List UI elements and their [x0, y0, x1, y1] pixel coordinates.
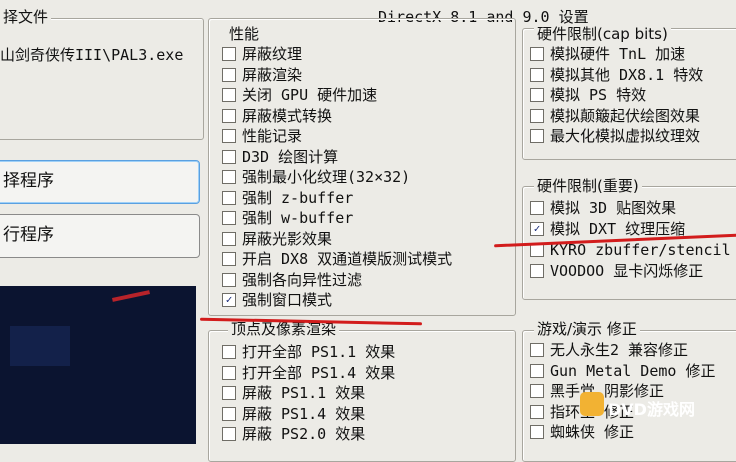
- performance-option-label: D3D 绘图计算: [242, 147, 339, 166]
- checkbox-icon[interactable]: [222, 231, 236, 246]
- checkbox-icon[interactable]: [530, 384, 544, 398]
- important-option-label: 模拟 3D 贴图效果: [550, 199, 677, 217]
- vertex-option-label: 屏蔽 PS1.4 效果: [242, 404, 366, 423]
- file-group: [0, 18, 204, 140]
- performance-option-label: 关闭 GPU 硬件加速: [242, 86, 378, 104]
- select-program-button[interactable]: 择程序: [0, 160, 200, 204]
- checkbox-icon[interactable]: ✓: [222, 293, 236, 307]
- file-path-field[interactable]: 山剑奇侠传III\PAL3.exe: [0, 44, 200, 65]
- checkbox-icon[interactable]: [222, 149, 236, 164]
- performance-option-label: 强制 z-buffer: [242, 188, 354, 207]
- important-title: 硬件限制(重要): [534, 178, 642, 194]
- game-option-label: Gun Metal Demo 修正: [550, 361, 716, 380]
- checkbox-icon[interactable]: [530, 343, 544, 357]
- select-program-label: 择程序: [3, 171, 54, 191]
- checkbox-icon[interactable]: [222, 365, 236, 380]
- checkbox-icon[interactable]: [530, 404, 544, 419]
- performance-title: 性能: [226, 26, 263, 42]
- checkbox-icon[interactable]: [222, 406, 236, 421]
- game-title: 游戏/演示 修正: [534, 321, 640, 337]
- watermark-logo: [580, 392, 604, 416]
- checkbox-icon[interactable]: ✓: [530, 222, 544, 236]
- checkbox-icon[interactable]: [222, 108, 236, 123]
- checkbox-icon[interactable]: [222, 190, 236, 205]
- preview-panel: [0, 286, 196, 444]
- performance-option-label: 屏蔽光影效果: [242, 229, 333, 248]
- checkbox-icon[interactable]: [222, 170, 236, 184]
- performance-option-label: 开启 DX8 双通道模版测试模式: [242, 250, 453, 268]
- vertex-option-label: 打开全部 PS1.1 效果: [242, 343, 396, 361]
- checkbox-icon[interactable]: [222, 345, 236, 359]
- checkbox-icon[interactable]: [222, 129, 236, 143]
- checkbox-icon[interactable]: [530, 264, 544, 278]
- checkbox-icon[interactable]: [530, 108, 544, 123]
- caps-option-label: 最大化模拟虚拟纹理效: [550, 127, 701, 145]
- caps-option-label: 模拟 PS 特效: [550, 86, 647, 104]
- vertex-option-label: 屏蔽 PS1.1 效果: [242, 384, 366, 402]
- performance-option-label: 强制窗口模式: [242, 291, 333, 309]
- important-option-label: VOODOO 显卡闪烁修正: [550, 262, 704, 280]
- checkbox-icon[interactable]: [530, 67, 544, 82]
- preview-red-mark: [111, 290, 151, 302]
- checkbox-icon[interactable]: [530, 88, 544, 102]
- performance-option-label: 性能记录: [242, 127, 303, 145]
- checkbox-icon[interactable]: [222, 252, 236, 266]
- checkbox-icon[interactable]: [530, 201, 544, 215]
- performance-option-label: 强制最小化纹理(32×32): [242, 168, 411, 186]
- checkbox-icon[interactable]: [530, 363, 544, 378]
- vertex-option-label: 屏蔽 PS2.0 效果: [242, 425, 366, 443]
- checkbox-icon[interactable]: [530, 47, 544, 61]
- performance-option-label: 强制各向异性过滤: [242, 270, 363, 289]
- checkbox-icon[interactable]: [222, 67, 236, 82]
- checkbox-icon[interactable]: [222, 272, 236, 287]
- vertex-title: 顶点及像素渲染: [228, 321, 340, 337]
- checkbox-icon[interactable]: [222, 386, 236, 400]
- checkbox-icon[interactable]: [222, 88, 236, 102]
- watermark-text: DVD游戏网: [608, 400, 695, 419]
- preview-glow: [10, 326, 70, 366]
- game-option-label: 无人永生2 兼容修正: [550, 341, 689, 359]
- performance-option-label: 强制 w-buffer: [242, 209, 354, 227]
- checkbox-icon[interactable]: [222, 427, 236, 441]
- run-program-button[interactable]: 行程序: [0, 214, 200, 258]
- performance-option-label: 屏蔽模式转换: [242, 106, 333, 125]
- file-group-title: 择文件: [0, 9, 52, 25]
- performance-option-label: 屏蔽纹理: [242, 45, 303, 63]
- caps-option-label: 模拟硬件 TnL 加速: [550, 45, 686, 63]
- caps-option-label: 模拟其他 DX8.1 特效: [550, 65, 704, 84]
- checkbox-icon[interactable]: [222, 211, 236, 225]
- performance-option-label: 屏蔽渲染: [242, 65, 303, 84]
- caps-option-label: 模拟颠簸起伏绘图效果: [550, 106, 701, 125]
- caps-title: 硬件限制(cap bits): [534, 26, 671, 42]
- vertex-option-label: 打开全部 PS1.4 效果: [242, 363, 396, 382]
- checkbox-icon[interactable]: [222, 47, 236, 61]
- checkbox-icon[interactable]: [530, 425, 544, 439]
- checkbox-icon[interactable]: [530, 129, 544, 143]
- run-program-label: 行程序: [3, 225, 54, 245]
